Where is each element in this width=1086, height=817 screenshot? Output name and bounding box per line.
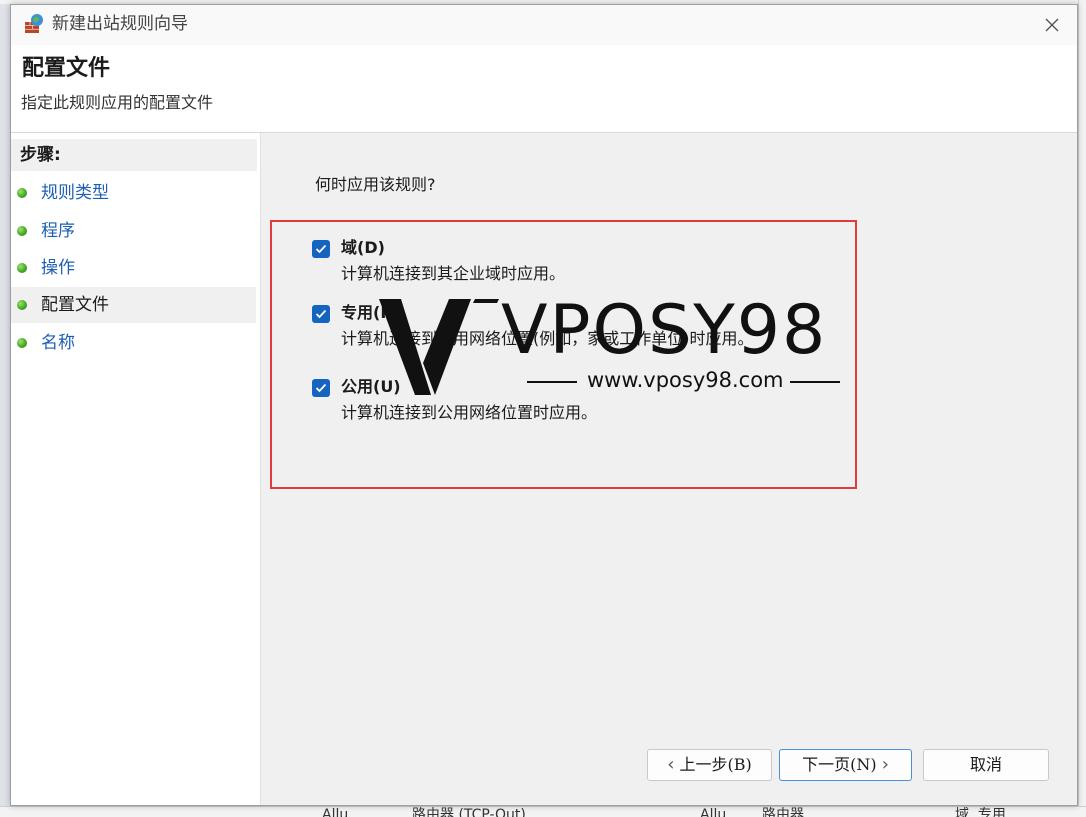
checkmark-icon: [315, 244, 327, 254]
new-outbound-rule-wizard: 新建出站规则向导 配置文件 指定此规则应用的配置文件 步骤: 规则类型 程序 操…: [10, 4, 1078, 806]
question-text: 何时应用该规则?: [315, 175, 436, 194]
highlight-box: [270, 220, 857, 489]
step-bullet-icon: [17, 226, 27, 236]
next-button[interactable]: 下一页(N) ›: [779, 749, 912, 781]
step-bullet-icon: [17, 338, 27, 348]
public-checkbox[interactable]: [312, 379, 330, 397]
step-bullet-icon: [17, 188, 27, 198]
step-label: 名称: [41, 333, 75, 353]
option-description: 计算机连接到公用网络位置时应用。: [341, 403, 598, 422]
step-program[interactable]: 程序: [11, 213, 256, 249]
background-app-row: Allu... 路由器 (TCP-Out) Allu... 路由器 域, 专用: [0, 806, 1086, 817]
option-label: 公用(U): [341, 377, 401, 396]
step-profile: 配置文件: [11, 287, 256, 323]
page-title: 配置文件: [22, 56, 111, 81]
checkmark-icon: [315, 309, 327, 319]
background-app-edge: [1078, 0, 1086, 816]
step-action[interactable]: 操作: [11, 250, 256, 286]
step-bullet-icon: [17, 263, 27, 273]
step-label: 程序: [41, 221, 75, 241]
cancel-button-label: 取消: [969, 755, 1002, 774]
step-label: 规则类型: [41, 183, 109, 203]
step-bullet-icon: [17, 300, 27, 310]
cancel-button[interactable]: 取消: [923, 749, 1049, 781]
firewall-icon: [25, 14, 43, 33]
page-subtitle: 指定此规则应用的配置文件: [21, 93, 214, 112]
close-icon: [1045, 18, 1059, 32]
step-label: 配置文件: [41, 295, 109, 315]
wizard-header: 配置文件 指定此规则应用的配置文件: [11, 45, 1077, 133]
step-name[interactable]: 名称: [11, 325, 256, 361]
steps-sidebar: 步骤: 规则类型 程序 操作 配置文件 名称: [11, 133, 261, 805]
window-title: 新建出站规则向导: [52, 14, 188, 34]
option-label: 域(D): [341, 238, 385, 257]
option-label: 专用(P): [341, 303, 400, 322]
title-bar[interactable]: 新建出站规则向导: [11, 5, 1077, 45]
chevron-right-icon: ›: [881, 754, 889, 775]
back-button-label: 上一步(B): [679, 755, 752, 774]
option-description: 计算机连接到其企业域时应用。: [341, 264, 566, 283]
chevron-left-icon: ‹: [667, 754, 675, 775]
steps-header-label: 步骤:: [20, 145, 61, 165]
step-label: 操作: [41, 258, 75, 278]
private-checkbox[interactable]: [312, 305, 330, 323]
step-rule-type[interactable]: 规则类型: [11, 175, 256, 211]
close-button[interactable]: [1035, 9, 1069, 41]
next-button-label: 下一页(N): [802, 755, 877, 774]
back-button[interactable]: ‹ 上一步(B): [647, 749, 772, 781]
content-pane: 何时应用该规则? 域(D) 计算机连接到其企业域时应用。 专用(P) 计算机连接…: [260, 133, 1077, 805]
domain-checkbox[interactable]: [312, 240, 330, 258]
steps-header: 步骤:: [11, 139, 257, 171]
checkmark-icon: [315, 383, 327, 393]
option-description: 计算机连接到专用网络位置(例如，家或工作单位)时应用。: [341, 329, 754, 348]
